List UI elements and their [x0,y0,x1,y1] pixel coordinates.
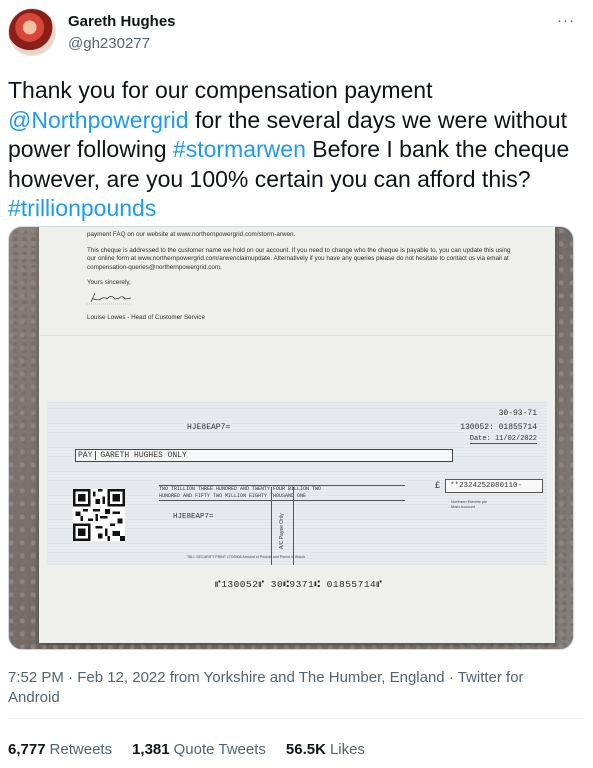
retweets-label: Retweets [49,741,113,758]
author-handle[interactable]: @gh230277 [68,35,150,52]
amount-in-words: TWO TRILLION THREE HUNDRED AND TWENTY FO… [159,485,405,501]
retweets-stat[interactable]: 6,777 Retweets [8,741,112,758]
ac-payee-text: A/C Payee Only [279,513,285,549]
tweet-photo[interactable]: payment FAQ on our website at www.northe… [8,226,574,650]
currency-symbol: £ [435,480,441,490]
crossing-line [293,487,294,565]
quote-tweets-count: 1,381 [132,741,170,758]
retweets-count: 6,777 [8,741,46,758]
mention-link[interactable]: @Northpowergrid [8,107,189,133]
tweet-meta[interactable]: 7:52 PM · Feb 12, 2022 from Yorkshire an… [8,668,578,708]
cheque-reference-middle: HJE8EAP7= [173,513,214,521]
bank-name: Northern Electric plc Main Account [451,499,487,509]
likes-label: Likes [329,741,365,758]
qr-code-image [73,489,125,541]
avatar[interactable] [8,8,56,56]
crossing-line [271,487,272,565]
amount-words-line: HUNDRED AND FIFTY TWO MILLION EIGHTY THO… [159,493,307,499]
letter-closing: Yours sincerely, [87,279,131,287]
paper-fold [39,335,555,337]
payee-name: GARETH HUGHES ONLY [100,451,187,460]
letter-line: payment FAQ on our website at www.northe… [87,231,296,238]
amount-box: **2324252080110- [445,479,543,493]
bank-name-line: Main Account [451,504,476,509]
micr-line: ⑈130052⑈ 30⑆9371⑆ 01855714⑈ [215,579,383,590]
amount-words-line: TWO TRILLION THREE HUNDRED AND TWENTY FO… [159,486,322,492]
sort-code: 30-93-71 [498,409,537,418]
account-line: 130052: 01855714 [460,423,537,432]
author-name[interactable]: Gareth Hughes [68,13,176,30]
divider [8,718,585,719]
hashtag-link[interactable]: #stormarwen [173,136,306,162]
cheque-date: Date: 11/02/2022 [469,435,537,444]
tweet-text: Thank you for our compensation payment @… [8,76,583,224]
pay-label: PAY [78,451,97,460]
cheque-reference: HJE8EAP7= [187,423,231,432]
letter-paragraph: This cheque is addressed to the customer… [87,246,511,271]
likes-count: 56.5K [285,741,326,758]
more-options-icon[interactable]: ··· [557,12,575,29]
quote-tweets-label: Quote Tweets [173,741,266,758]
cheque: 30-93-71 HJE8EAP7= 130052: 01855714 Date… [47,401,547,565]
cheque-fine-print: TALL SECURITY PRINT LTD/M08 Amount of Po… [187,555,306,559]
quote-tweets-stat[interactable]: 1,381 Quote Tweets [132,741,266,758]
hashtag-link[interactable]: #trillionpounds [8,195,156,221]
payee-box: PAY GARETH HUGHES ONLY [75,449,453,462]
likes-stat[interactable]: 56.5K Likes [286,741,365,758]
tweet-text-segment: Thank you for our compensation payment [8,77,433,103]
signature-image [87,292,132,305]
letter-text: payment FAQ on our website at www.northe… [87,231,517,322]
engagement-stats: 6,777 Retweets 1,381 Quote Tweets 56.5K Lik… [8,741,365,758]
letter-paper: payment FAQ on our website at www.northe… [39,227,555,643]
letter-signatory: Louise Lowes - Head of Customer Service [87,313,205,321]
